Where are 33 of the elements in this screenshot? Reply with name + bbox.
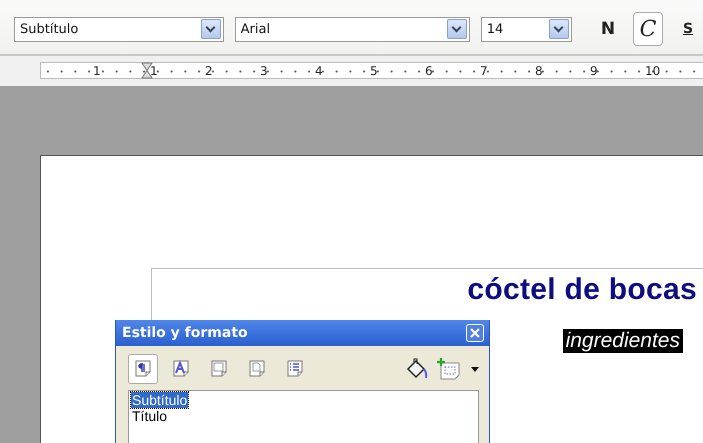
window-title: Estilo y formato <box>122 325 248 341</box>
paragraph-style-icon <box>133 359 153 379</box>
indent-marker-icon[interactable] <box>141 62 153 79</box>
document-title: cóctel de bocas <box>467 273 697 307</box>
paragraph-styles-button[interactable] <box>128 354 158 384</box>
paint-bucket-icon[interactable] <box>405 358 429 380</box>
ruler-number: 10 <box>645 64 662 78</box>
style-list-item[interactable]: Subtítulo <box>131 392 188 408</box>
underline-button[interactable]: S <box>672 12 703 46</box>
style-list-item[interactable]: Título <box>131 408 168 424</box>
highlighted-text: ingredientes <box>562 329 683 353</box>
ruler-number: 1 <box>150 64 159 78</box>
ruler-number: 2 <box>205 64 214 78</box>
ruler-number: 6 <box>425 64 434 78</box>
character-style-icon <box>171 359 191 379</box>
list-style-icon <box>285 359 305 379</box>
bold-button[interactable]: N <box>592 12 623 46</box>
font-name-dropdown[interactable]: Arial <box>234 16 470 42</box>
ruler-number: 7 <box>480 64 489 78</box>
font-size-dropdown[interactable]: 14 <box>480 16 572 42</box>
close-button[interactable] <box>466 324 484 342</box>
ruler-number: 5 <box>370 64 379 78</box>
page-style-icon <box>247 359 267 379</box>
frame-style-icon <box>209 359 229 379</box>
ruler-number: 4 <box>315 64 324 78</box>
paragraph-style-dropdown[interactable]: Subtítulo <box>14 16 224 42</box>
ruler-number: 3 <box>260 64 269 78</box>
dropdown-arrow-icon[interactable] <box>471 366 479 372</box>
italic-button[interactable]: C <box>632 12 663 46</box>
close-icon <box>470 328 480 338</box>
ruler-number: 8 <box>535 64 544 78</box>
ruler-number: 1 <box>93 64 102 78</box>
ruler-number: 9 <box>590 64 599 78</box>
